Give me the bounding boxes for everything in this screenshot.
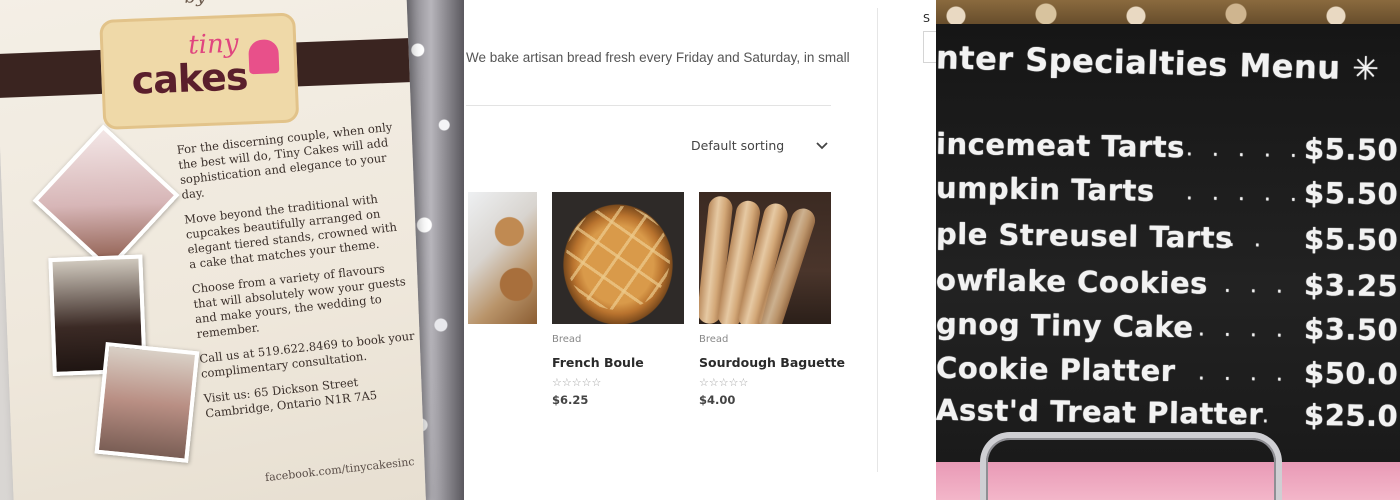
shop-intro-text: We bake artisan bread fresh every Friday… — [466, 50, 850, 65]
menu-item-price: $3.50 — [1303, 311, 1399, 348]
star-outline-icon: ☆ — [591, 377, 602, 389]
logo-word-cakes: cakes — [130, 54, 249, 103]
cupcake-icon — [248, 39, 280, 75]
menu-item-name: ple Streusel Tarts — [936, 216, 1234, 255]
menu-item-price: $5.50 — [1303, 221, 1399, 258]
shop-main: We bake artisan bread fresh every Friday… — [464, 0, 936, 500]
menu-leader-dots: . . . . — [1197, 272, 1290, 299]
tiny-cakes-flyer-photo: by tiny cakes For the discerning couple,… — [0, 0, 464, 500]
product-image[interactable] — [552, 192, 684, 324]
menu-item-name: Cookie Platter — [936, 350, 1176, 389]
sidebar-widget-label: S — [923, 12, 930, 25]
chalkboard-menu-photo: nter Specialties Menu ✳ incemeat Tarts .… — [936, 0, 1400, 500]
star-rating: ☆ ☆ ☆ ☆ ☆ — [699, 377, 831, 389]
wire-stand — [980, 432, 1282, 500]
menu-item-name: incemeat Tarts — [936, 126, 1186, 165]
star-outline-icon: ☆ — [728, 377, 739, 389]
flyer-paragraph: For the discerning couple, when only the… — [176, 119, 393, 202]
menu-item-name: Asst'd Treat Platter — [936, 392, 1264, 432]
menu-item-name: gnog Tiny Cake — [936, 306, 1194, 345]
product-card: Bread Sourdough Baguette ☆ ☆ ☆ ☆ ☆ $4.00 — [699, 192, 845, 407]
product-image[interactable] — [699, 192, 831, 324]
menu-leader-dots: . . . . . — [1185, 136, 1304, 163]
flyer-by-text: by — [184, 0, 206, 8]
menu-leader-dots: . . — [1227, 226, 1268, 253]
menu-line: ple Streusel Tarts . . $5.50 — [936, 217, 1400, 263]
star-outline-icon: ☆ — [581, 377, 592, 389]
menu-line: owflake Cookies . . . . $3.25 — [936, 263, 1400, 309]
flyer-tiered-cupcakes-photo — [94, 341, 200, 463]
flyer-paragraph: Choose from a variety of flavours that w… — [191, 261, 407, 341]
menu-line: umpkin Tarts . . . . . $5.50 — [936, 171, 1400, 217]
menu-line: incemeat Tarts . . . . . $5.50 — [936, 127, 1400, 173]
menu-line: Cookie Platter . . . . $50.0 — [936, 351, 1400, 397]
star-outline-icon: ☆ — [552, 377, 562, 389]
flyer-paragraph: Move beyond the traditional with cupcake… — [183, 191, 398, 272]
star-outline-icon: ☆ — [718, 377, 729, 389]
menu-item-name: owflake Cookies — [936, 262, 1209, 301]
menu-leader-dots: . . — [1235, 402, 1276, 429]
flyer: by tiny cakes For the discerning couple,… — [0, 0, 427, 500]
menu-item-price: $25.0 — [1303, 397, 1399, 434]
star-rating: ☆ ☆ ☆ ☆ ☆ — [552, 377, 684, 389]
chevron-down-icon — [816, 142, 828, 150]
menu-leader-dots: . . . . . — [1185, 180, 1304, 207]
product-category[interactable]: Bread — [552, 334, 684, 348]
menu-item-price: $3.25 — [1303, 267, 1399, 304]
flyer-copy: For the discerning couple, when only the… — [176, 119, 426, 431]
product-category[interactable]: Bread — [699, 334, 831, 348]
product-card: Bread French Boule ☆ ☆ ☆ ☆ ☆ $6.25 — [552, 192, 684, 407]
flyer-cupcakes-photo — [32, 124, 180, 272]
product-title[interactable]: Sourdough Baguette — [699, 355, 845, 373]
product-price: $4.00 — [699, 393, 736, 407]
menu-item-price: $5.50 — [1303, 131, 1399, 168]
star-outline-icon: ☆ — [699, 377, 709, 389]
star-outline-icon: ☆ — [708, 377, 719, 389]
menu-item-name: umpkin Tarts — [936, 170, 1155, 208]
tiny-cakes-logo: tiny cakes — [99, 12, 300, 130]
sidebar-separator — [877, 8, 878, 472]
menu-leader-dots: . . . . — [1197, 316, 1290, 343]
flyer-facebook-url: facebook.com/tinycakesinc — [264, 455, 416, 485]
menu-item-price: $5.50 — [1303, 175, 1399, 212]
menu-item-price: $50.0 — [1303, 355, 1399, 392]
sorting-selected-value: Default sorting — [691, 138, 785, 153]
star-outline-icon: ☆ — [738, 377, 749, 389]
menu-leader-dots: . . . . — [1197, 360, 1290, 387]
star-outline-icon: ☆ — [561, 377, 572, 389]
star-outline-icon: ☆ — [571, 377, 582, 389]
divider — [466, 105, 831, 106]
product-thumbnail-partial[interactable] — [468, 192, 537, 324]
product-title[interactable]: French Boule — [552, 355, 684, 373]
sorting-select[interactable]: Default sorting — [691, 137, 831, 157]
menu-line: gnog Tiny Cake . . . . $3.50 — [936, 307, 1400, 353]
product-price: $6.25 — [552, 393, 589, 407]
bread-scoring-pattern — [566, 206, 670, 310]
